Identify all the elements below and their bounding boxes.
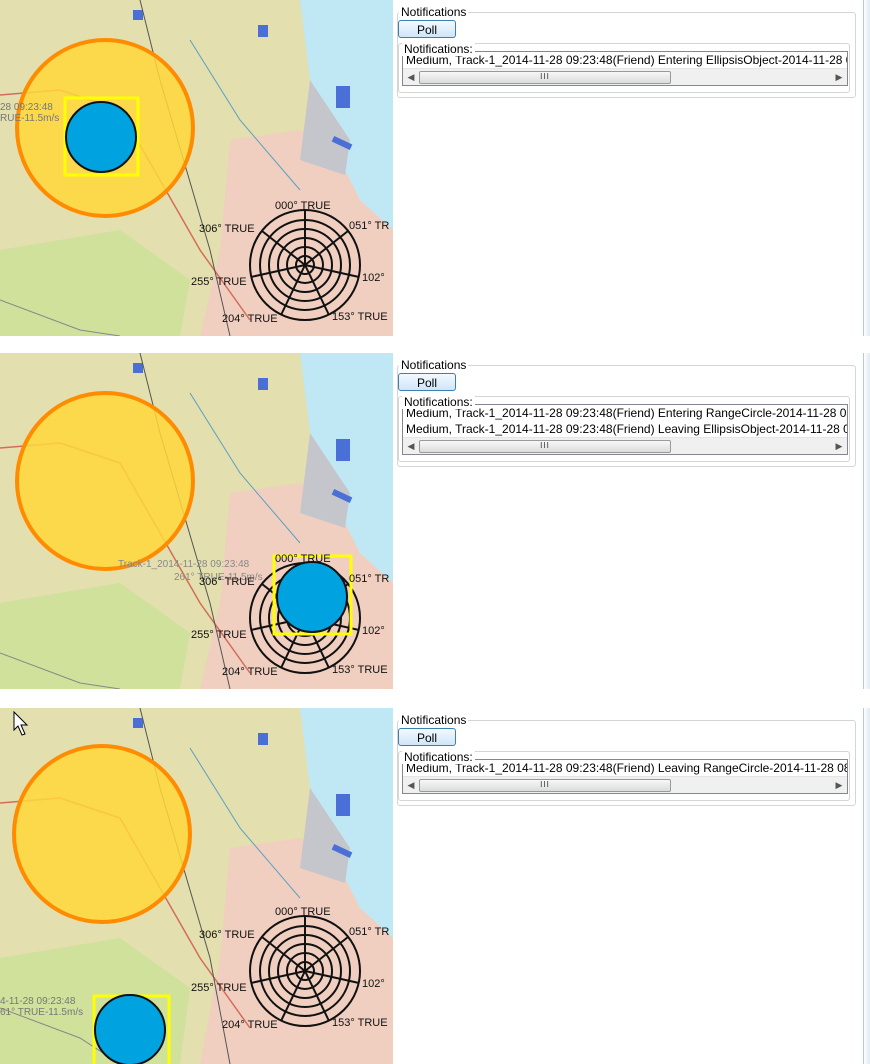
- scroll-thumb[interactable]: III: [419, 440, 671, 453]
- list-item[interactable]: Medium, Track-1_2014-11-28 09:23:48(Frie…: [403, 421, 847, 437]
- bearing-204-label: 204° TRUE: [222, 666, 278, 678]
- bearing-102-label: 102°: [362, 625, 385, 637]
- notification-frame-3: 4-11-28 09:23:48 61° TRUE-11.5m/s 000° T…: [0, 708, 870, 1064]
- track-label-speed: 61° TRUE-11.5m/s: [0, 1007, 83, 1018]
- bearing-255-label: 255° TRUE: [191, 629, 247, 641]
- track-label-time: 4-11-28 09:23:48: [0, 996, 76, 1007]
- notification-frame-2: Track-1_2014-11-28 09:23:48 261° TRUE-11…: [0, 353, 870, 689]
- bearing-153-label: 153° TRUE: [332, 664, 388, 676]
- bearing-204-label: 204° TRUE: [222, 313, 278, 325]
- map-canvas[interactable]: Track-1_2014-11-28 09:23:48 261° TRUE-11…: [0, 353, 393, 689]
- scroll-left-icon[interactable]: ◀: [404, 777, 418, 793]
- bearing-153-label: 153° TRUE: [332, 311, 388, 323]
- track-label-speed: RUE-11.5m/s: [0, 113, 59, 124]
- bearing-051-label: 051° TR: [349, 573, 389, 585]
- notifications-listbox[interactable]: Medium, Track-1_2014-11-28 09:23:48(Frie…: [402, 759, 848, 794]
- bearing-306-label: 306° TRUE: [199, 223, 255, 235]
- horizontal-scrollbar[interactable]: ◀ III ▶: [403, 68, 847, 85]
- notifications-panel: Notifications Poll Medium, Track-1_2014-…: [393, 0, 870, 336]
- bearing-000-label: 000° TRUE: [275, 200, 331, 212]
- scroll-right-icon[interactable]: ▶: [832, 438, 846, 454]
- bearing-000-label: 000° TRUE: [275, 906, 331, 918]
- notifications-list-title: Notifications:: [402, 750, 475, 764]
- bearing-306-label: 306° TRUE: [199, 929, 255, 941]
- map-view[interactable]: 4-11-28 09:23:48 61° TRUE-11.5m/s 000° T…: [0, 708, 393, 1064]
- bearing-051-label: 051° TR: [349, 220, 389, 232]
- bearing-255-label: 255° TRUE: [191, 276, 247, 288]
- bearing-306-label: 306° TRUE: [199, 576, 255, 588]
- scroll-left-icon[interactable]: ◀: [404, 69, 418, 85]
- window-edge: [863, 353, 870, 689]
- bearing-255-label: 255° TRUE: [191, 982, 247, 994]
- map-view[interactable]: 28 09:23:48 RUE-11.5m/s 000° TRUE 051° T…: [0, 0, 393, 336]
- bearing-204-label: 204° TRUE: [222, 1019, 278, 1031]
- scroll-right-icon[interactable]: ▶: [832, 777, 846, 793]
- notifications-listbox[interactable]: Medium, Track-1_2014-11-28 09:23:48(Frie…: [402, 51, 848, 86]
- track-label-time: Track-1_2014-11-28 09:23:48: [118, 559, 250, 570]
- notification-frame-1: 28 09:23:48 RUE-11.5m/s 000° TRUE 051° T…: [0, 0, 870, 336]
- scroll-thumb[interactable]: III: [419, 779, 671, 792]
- notifications-panel: Notifications Poll Medium, Track-1_2014-…: [393, 708, 870, 1064]
- scroll-left-icon[interactable]: ◀: [404, 438, 418, 454]
- notifications-group-title: Notifications: [399, 5, 469, 19]
- scroll-thumb[interactable]: III: [419, 71, 671, 84]
- poll-button[interactable]: Poll: [398, 20, 456, 38]
- map-view[interactable]: Track-1_2014-11-28 09:23:48 261° TRUE-11…: [0, 353, 393, 689]
- poll-button[interactable]: Poll: [398, 728, 456, 746]
- window-edge: [863, 0, 870, 336]
- horizontal-scrollbar[interactable]: ◀ III ▶: [403, 437, 847, 454]
- notifications-list-title: Notifications:: [402, 395, 475, 409]
- bearing-153-label: 153° TRUE: [332, 1017, 388, 1029]
- horizontal-scrollbar[interactable]: ◀ III ▶: [403, 776, 847, 793]
- notifications-listbox[interactable]: Medium, Track-1_2014-11-28 09:23:48(Frie…: [402, 404, 848, 455]
- bearing-102-label: 102°: [362, 978, 385, 990]
- bearing-000-label: 000° TRUE: [275, 553, 331, 565]
- notifications-list-title: Notifications:: [402, 42, 475, 56]
- notifications-group-title: Notifications: [399, 358, 469, 372]
- scroll-right-icon[interactable]: ▶: [832, 69, 846, 85]
- map-canvas[interactable]: 28 09:23:48 RUE-11.5m/s 000° TRUE 051° T…: [0, 0, 393, 336]
- track-label-time: 28 09:23:48: [0, 102, 53, 113]
- window-edge: [863, 708, 870, 1064]
- poll-button[interactable]: Poll: [398, 373, 456, 391]
- notifications-group-title: Notifications: [399, 713, 469, 727]
- notifications-panel: Notifications Poll Medium, Track-1_2014-…: [393, 353, 870, 689]
- map-canvas[interactable]: 4-11-28 09:23:48 61° TRUE-11.5m/s 000° T…: [0, 708, 393, 1064]
- bearing-051-label: 051° TR: [349, 926, 389, 938]
- bearing-102-label: 102°: [362, 272, 385, 284]
